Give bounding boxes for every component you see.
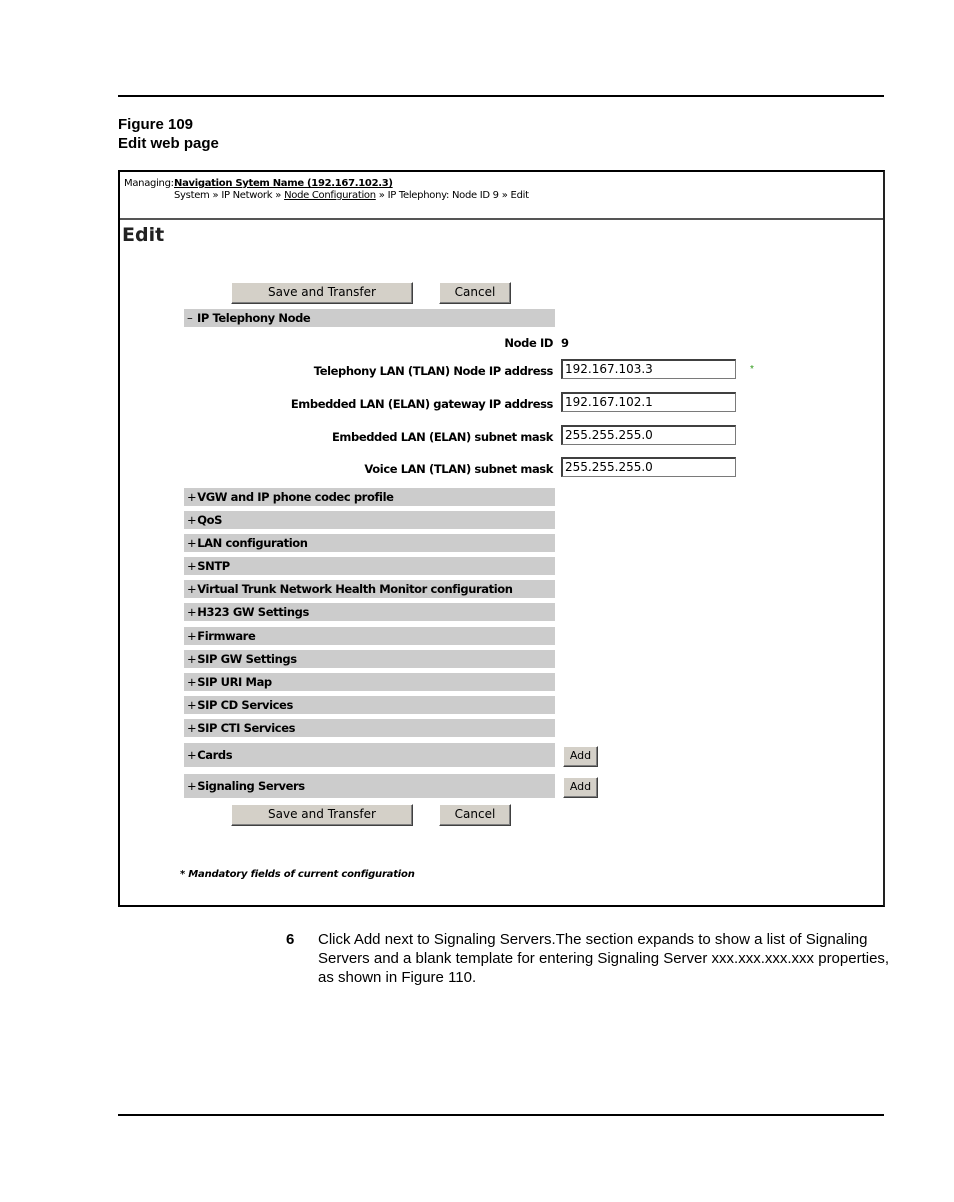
figure-number: Figure 109	[118, 116, 194, 133]
section-title: SNTP	[197, 559, 230, 573]
section-title: SIP URI Map	[197, 675, 272, 689]
breadcrumb-separator: »	[212, 190, 219, 201]
section-sip-cd-services[interactable]: +SIP CD Services	[184, 696, 555, 714]
save-and-transfer-button-bottom[interactable]: Save and Transfer	[231, 804, 413, 826]
save-and-transfer-button-top[interactable]: Save and Transfer	[231, 282, 413, 304]
cancel-button-bottom[interactable]: Cancel	[439, 804, 511, 826]
section-title: IP Telephony Node	[196, 311, 311, 325]
expand-icon: +	[187, 490, 197, 504]
breadcrumb-separator: »	[378, 190, 385, 201]
section-title: Cards	[197, 748, 233, 762]
expand-icon: +	[187, 652, 197, 666]
section-sntp[interactable]: +SNTP	[184, 557, 555, 575]
mandatory-fields-footnote: * Mandatory fields of current configurat…	[180, 869, 415, 880]
expand-icon: +	[187, 582, 197, 596]
voice-lan-subnet-mask-input[interactable]: 255.255.255.0	[561, 457, 736, 477]
section-firmware[interactable]: +Firmware	[184, 627, 555, 645]
tlan-node-ip-input[interactable]: 192.167.103.3	[561, 359, 736, 379]
expand-icon: +	[187, 605, 197, 619]
section-title: Signaling Servers	[197, 779, 305, 793]
managing-line: Managing:Navigation Sytem Name (192.167.…	[124, 177, 393, 190]
section-virtual-trunk-health-monitor[interactable]: +Virtual Trunk Network Health Monitor co…	[184, 580, 555, 598]
system-name-link[interactable]: Navigation Sytem Name (192.167.102.3)	[174, 178, 393, 189]
edit-web-page-screenshot: Managing:Navigation Sytem Name (192.167.…	[118, 170, 885, 907]
expand-icon: +	[187, 675, 197, 689]
add-signaling-servers-button[interactable]: Add	[563, 777, 598, 798]
section-vgw-codec-profile[interactable]: +VGW and IP phone codec profile	[184, 488, 555, 506]
breadcrumb-ip-telephony: IP Telephony: Node ID 9	[387, 190, 499, 201]
elan-gateway-ip-label: Embedded LAN (ELAN) gateway IP address	[290, 397, 554, 411]
section-sip-uri-map[interactable]: +SIP URI Map	[184, 673, 555, 691]
figure-caption: Figure 109 Edit web page	[118, 115, 219, 153]
section-title: VGW and IP phone codec profile	[197, 490, 394, 504]
node-id-label: Node ID	[504, 336, 553, 350]
top-rule	[118, 95, 884, 97]
section-qos[interactable]: +QoS	[184, 511, 555, 529]
section-lan-configuration[interactable]: +LAN configuration	[184, 534, 555, 552]
section-title: SIP CTI Services	[197, 721, 296, 735]
expand-icon: +	[187, 748, 197, 762]
breadcrumb-ip-network: IP Network	[221, 190, 273, 201]
section-sip-cti-services[interactable]: +SIP CTI Services	[184, 719, 555, 737]
breadcrumb-separator: »	[501, 190, 508, 201]
step-number: 6	[286, 931, 295, 948]
section-title: H323 GW Settings	[197, 605, 309, 619]
section-h323-gw-settings[interactable]: +H323 GW Settings	[184, 603, 555, 621]
section-sip-gw-settings[interactable]: +SIP GW Settings	[184, 650, 555, 668]
section-signaling-servers[interactable]: +Signaling Servers	[184, 774, 555, 798]
voice-lan-subnet-mask-label: Voice LAN (TLAN) subnet mask	[364, 462, 553, 476]
collapse-icon: –	[187, 311, 193, 325]
section-title: SIP CD Services	[197, 698, 293, 712]
elan-gateway-ip-input[interactable]: 192.167.102.1	[561, 392, 736, 412]
elan-subnet-mask-input[interactable]: 255.255.255.0	[561, 425, 736, 445]
page-title: Edit	[122, 224, 165, 246]
expand-icon: +	[187, 513, 197, 527]
expand-icon: +	[187, 779, 197, 793]
breadcrumb-edit: Edit	[510, 190, 529, 201]
expand-icon: +	[187, 698, 197, 712]
breadcrumb-separator: »	[275, 190, 282, 201]
figure-title: Edit web page	[118, 135, 219, 152]
section-title: LAN configuration	[197, 536, 308, 550]
expand-icon: +	[187, 629, 197, 643]
breadcrumb-node-configuration-link[interactable]: Node Configuration	[284, 190, 376, 201]
section-cards[interactable]: +Cards	[184, 743, 555, 767]
breadcrumb-system: System	[174, 190, 210, 201]
bottom-rule	[118, 1114, 884, 1116]
expand-icon: +	[187, 721, 197, 735]
section-ip-telephony-node[interactable]: – IP Telephony Node	[184, 309, 555, 327]
step-text: Click Add next to Signaling Servers.The …	[318, 931, 890, 986]
tlan-node-ip-label: Telephony LAN (TLAN) Node IP address	[313, 364, 554, 378]
mandatory-asterisk: *	[750, 364, 754, 375]
expand-icon: +	[187, 536, 197, 550]
section-title: Virtual Trunk Network Health Monitor con…	[197, 582, 513, 596]
breadcrumb: System» IP Network» Node Configuration» IP …	[174, 190, 529, 201]
section-title: SIP GW Settings	[197, 652, 297, 666]
elan-subnet-mask-label: Embedded LAN (ELAN) subnet mask	[331, 430, 553, 444]
managing-label: Managing:	[124, 178, 174, 189]
section-title: QoS	[197, 513, 223, 527]
node-id-value: 9	[561, 336, 570, 350]
add-cards-button[interactable]: Add	[563, 746, 598, 767]
header-divider	[120, 218, 883, 220]
section-title: Firmware	[197, 629, 256, 643]
cancel-button-top[interactable]: Cancel	[439, 282, 511, 304]
expand-icon: +	[187, 559, 197, 573]
